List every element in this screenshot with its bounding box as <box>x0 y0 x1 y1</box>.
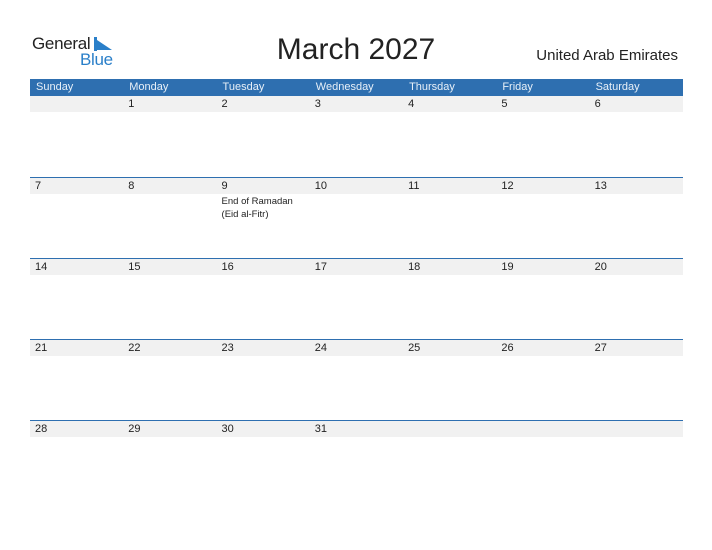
day-number: 23 <box>221 342 234 354</box>
day-number: 29 <box>128 423 141 435</box>
holiday-event <box>217 356 310 357</box>
day-number <box>496 421 589 437</box>
holiday-event <box>496 112 589 113</box>
day-number: 24 <box>314 342 328 354</box>
holiday-event <box>496 194 589 221</box>
holiday-event <box>590 275 683 276</box>
holiday-event <box>123 275 216 276</box>
day-number-row: 7 8 9 10 11 12 13 <box>30 178 683 194</box>
day-number: 16 <box>221 261 234 273</box>
day-number: 17 <box>314 261 328 273</box>
calendar-grid: Sunday Monday Tuesday Wednesday Thursday… <box>30 79 683 437</box>
day-number: 18 <box>408 261 421 273</box>
holiday-event <box>123 356 216 357</box>
day-number: 25 <box>408 342 421 354</box>
day-number: 8 <box>128 180 135 192</box>
day-number: 26 <box>501 342 514 354</box>
holiday-event <box>30 194 123 221</box>
holiday-event <box>403 275 496 276</box>
day-number: 14 <box>35 261 48 273</box>
holiday-event <box>496 275 589 276</box>
day-number: 9 <box>221 180 228 192</box>
day-number: 28 <box>35 423 48 435</box>
holiday-event <box>310 194 403 221</box>
week-row: 21 22 23 24 25 26 27 <box>30 339 683 420</box>
day-number: 21 <box>35 342 48 354</box>
holiday-event <box>590 356 683 357</box>
week-row: 1 2 3 4 5 6 <box>30 95 683 176</box>
holiday-event <box>310 437 403 438</box>
day-number: 12 <box>501 180 514 192</box>
day-number-row: 21 22 23 24 25 26 27 <box>30 340 683 356</box>
holiday-event <box>310 275 403 276</box>
holiday-event <box>30 112 123 113</box>
day-number: 22 <box>128 342 141 354</box>
day-number: 7 <box>35 180 42 192</box>
day-number-row: 1 2 3 4 5 6 <box>30 96 683 112</box>
holiday-event <box>590 194 683 221</box>
day-number: 27 <box>594 342 607 354</box>
day-number <box>403 421 496 437</box>
holiday-event <box>403 112 496 113</box>
holiday-event <box>217 275 310 276</box>
day-number: 10 <box>314 180 328 192</box>
day-number: 13 <box>594 180 607 192</box>
day-number: 31 <box>314 423 328 435</box>
holiday-event <box>496 437 589 438</box>
week-row: 14 15 16 17 18 19 20 <box>30 258 683 339</box>
weekday-thursday: Thursday <box>409 81 455 93</box>
event-row: End of Ramadan (Eid al-Fitr) <box>30 194 683 221</box>
event-row <box>30 356 683 357</box>
holiday-event <box>123 112 216 113</box>
event-row <box>30 437 683 438</box>
day-number: 15 <box>128 261 141 273</box>
holiday-event <box>123 437 216 438</box>
holiday-event <box>310 112 403 113</box>
day-number: 1 <box>128 98 135 110</box>
day-number: 3 <box>314 98 321 110</box>
day-number-row: 28 29 30 31 <box>30 421 683 437</box>
day-number: 30 <box>221 423 234 435</box>
week-row: 7 8 9 10 11 12 13 End of Ramadan (Eid al-Fitr) <box>30 177 683 258</box>
day-number: 4 <box>408 98 415 110</box>
weekday-wednesday: Wednesday <box>315 81 374 93</box>
holiday-event <box>123 194 216 221</box>
weekday-sunday: Sunday <box>36 81 74 93</box>
country-label: United Arab Emirates <box>536 47 678 64</box>
holiday-event <box>403 194 496 221</box>
holiday-event <box>217 112 310 113</box>
day-number: 6 <box>594 98 601 110</box>
event-row <box>30 112 683 113</box>
holiday-event <box>217 437 310 438</box>
weekday-friday: Friday <box>502 81 533 93</box>
holiday-event <box>403 437 496 438</box>
holiday-event <box>310 356 403 357</box>
day-number: 19 <box>501 261 514 273</box>
holiday-event <box>30 356 123 357</box>
holiday-event <box>496 356 589 357</box>
day-number <box>590 421 683 437</box>
day-number <box>30 96 123 112</box>
weekday-tuesday: Tuesday <box>222 81 265 93</box>
holiday-event <box>30 437 123 438</box>
day-number: 20 <box>594 261 607 273</box>
holiday-event <box>30 275 123 276</box>
day-number: 5 <box>501 98 508 110</box>
weekday-header: Sunday Monday Tuesday Wednesday Thursday… <box>30 79 683 96</box>
weekday-saturday: Saturday <box>595 81 640 93</box>
holiday-event: End of Ramadan (Eid al-Fitr) <box>221 196 293 220</box>
holiday-event <box>403 356 496 357</box>
event-row <box>30 275 683 276</box>
holiday-event <box>590 112 683 113</box>
weekday-monday: Monday <box>129 81 169 93</box>
day-number: 2 <box>221 98 228 110</box>
day-number-row: 14 15 16 17 18 19 20 <box>30 259 683 275</box>
day-number: 11 <box>408 180 420 192</box>
holiday-event <box>590 437 683 438</box>
week-row: 28 29 30 31 <box>30 420 683 501</box>
